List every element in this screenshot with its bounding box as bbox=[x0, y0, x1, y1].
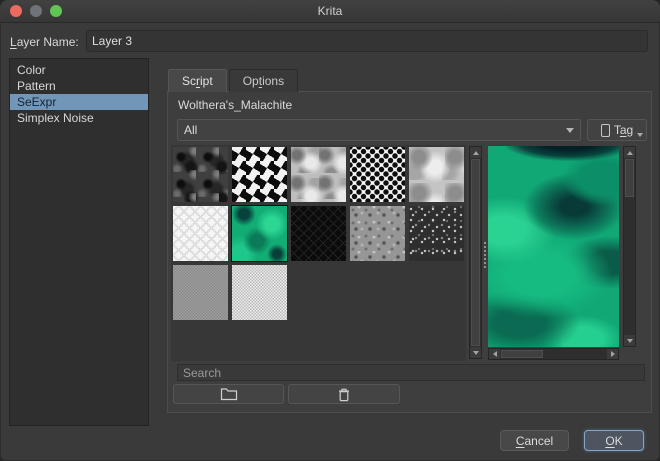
pattern-thumb-soft-clouds[interactable] bbox=[409, 147, 464, 202]
pattern-thumb-dark-grunge[interactable] bbox=[173, 147, 228, 202]
resource-preview-image bbox=[488, 146, 619, 347]
pattern-thumb-dark-maze[interactable] bbox=[291, 206, 346, 261]
tag-icon bbox=[601, 124, 610, 137]
scroll-up-icon[interactable] bbox=[624, 147, 635, 158]
layer-name-input[interactable] bbox=[86, 30, 648, 52]
tab-options[interactable]: Options bbox=[229, 69, 298, 92]
ok-button[interactable]: OK bbox=[584, 430, 644, 451]
zoom-button[interactable] bbox=[50, 5, 62, 17]
pattern-thumb-halftone-dots[interactable] bbox=[350, 147, 405, 202]
tag-dropdown-caret-icon bbox=[637, 133, 643, 137]
generator-category-list: Color Pattern SeExpr Simplex Noise bbox=[9, 58, 149, 426]
scroll-right-icon[interactable] bbox=[607, 349, 618, 359]
folder-icon bbox=[220, 387, 238, 401]
preview-horizontal-scrollbar[interactable] bbox=[488, 348, 619, 360]
preview-hscrollbar-thumb[interactable] bbox=[501, 350, 543, 358]
title-bar[interactable]: Krita bbox=[0, 0, 660, 23]
cancel-button[interactable]: Cancel bbox=[500, 430, 569, 451]
krita-dialog-window: Krita Layer Name: Color Pattern SeExpr S… bbox=[0, 0, 660, 461]
pattern-thumb-concrete-noise[interactable] bbox=[350, 206, 405, 261]
pattern-thumb-gray-dither[interactable] bbox=[173, 265, 228, 320]
grid-scrollbar-thumb[interactable] bbox=[471, 159, 480, 346]
pattern-thumb-bw-mosaic[interactable] bbox=[232, 147, 287, 202]
tab-script[interactable]: Script bbox=[168, 69, 227, 92]
delete-resource-button[interactable] bbox=[288, 384, 400, 404]
close-button[interactable] bbox=[10, 5, 22, 17]
tab-bar: Script Options bbox=[168, 69, 300, 92]
pattern-thumb-light-dither[interactable] bbox=[232, 265, 287, 320]
grid-vertical-scrollbar[interactable] bbox=[469, 146, 482, 359]
traffic-lights bbox=[10, 5, 62, 17]
preview-vertical-scrollbar[interactable] bbox=[623, 146, 636, 347]
tag-button[interactable]: Tag bbox=[587, 119, 647, 141]
scroll-down-icon[interactable] bbox=[470, 347, 481, 358]
pattern-thumb-gray-marble[interactable] bbox=[291, 147, 346, 202]
pattern-thumb-malachite[interactable] bbox=[232, 206, 287, 261]
search-input[interactable] bbox=[177, 364, 645, 381]
category-item-color[interactable]: Color bbox=[10, 62, 148, 78]
window-title: Krita bbox=[318, 4, 343, 18]
category-item-simplex-noise[interactable]: Simplex Noise bbox=[10, 110, 148, 126]
script-tab-panel: Wolthera's_Malachite All Tag bbox=[167, 91, 652, 413]
scroll-left-icon[interactable] bbox=[489, 349, 500, 359]
selected-resource-name: Wolthera's_Malachite bbox=[178, 98, 292, 112]
category-item-pattern[interactable]: Pattern bbox=[10, 78, 148, 94]
trash-icon bbox=[337, 387, 351, 402]
preview-vscrollbar-thumb[interactable] bbox=[625, 159, 634, 197]
pattern-thumb-white-lattice[interactable] bbox=[173, 206, 228, 261]
import-resource-button[interactable] bbox=[173, 384, 284, 404]
layer-name-label: Layer Name: bbox=[10, 35, 79, 49]
tag-filter-value: All bbox=[184, 123, 197, 137]
pattern-thumb-dark-speckle[interactable] bbox=[409, 206, 464, 261]
tag-filter-combobox[interactable]: All bbox=[177, 119, 581, 141]
scroll-down-icon[interactable] bbox=[624, 335, 635, 346]
tag-button-label: Tag bbox=[614, 123, 633, 137]
scroll-up-icon[interactable] bbox=[470, 147, 481, 158]
category-item-seexpr[interactable]: SeExpr bbox=[10, 94, 148, 110]
splitter-handle[interactable] bbox=[482, 242, 487, 276]
minimize-button[interactable] bbox=[30, 5, 42, 17]
pattern-thumbnail-grid bbox=[171, 145, 466, 361]
chevron-down-icon bbox=[566, 128, 574, 133]
